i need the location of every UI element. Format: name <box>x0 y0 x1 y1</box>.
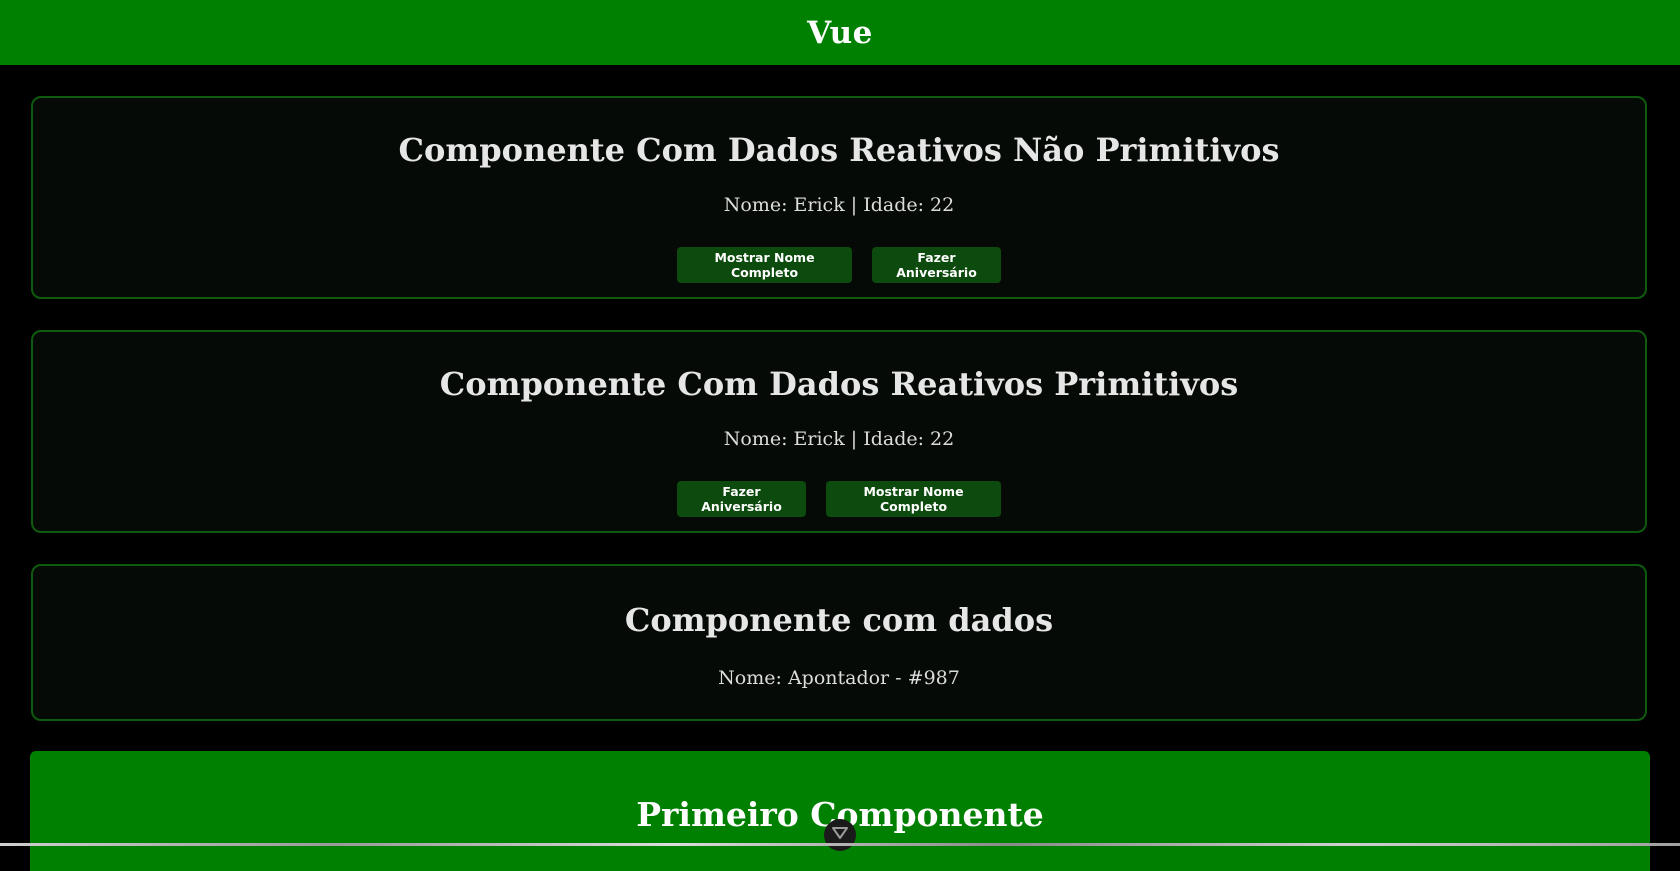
card-info-text: Nome: Erick | Idade: 22 <box>723 428 955 450</box>
card-button-group: Mostrar Nome Completo Fazer Aniversário <box>33 247 1645 283</box>
card-button-group: Fazer Aniversário Mostrar Nome Completo <box>33 481 1645 517</box>
card-info-text: Nome: Erick | Idade: 22 <box>723 194 955 216</box>
component-card-non-primitive: Componente Com Dados Reativos Não Primit… <box>31 96 1647 299</box>
app-title: Vue <box>807 14 873 51</box>
component-card-data: Componente com dados Nome: Apontador - #… <box>31 564 1647 721</box>
show-full-name-button[interactable]: Mostrar Nome Completo <box>826 481 1001 517</box>
app-header: Vue <box>0 0 1680 65</box>
card-title: Componente com dados <box>624 601 1054 639</box>
birthday-button[interactable]: Fazer Aniversário <box>677 481 806 517</box>
show-full-name-button[interactable]: Mostrar Nome Completo <box>677 247 852 283</box>
chevron-down-icon <box>832 827 848 839</box>
component-card-primitive: Componente Com Dados Reativos Primitivos… <box>31 330 1647 533</box>
first-component-card: Primeiro Componente <box>30 751 1650 871</box>
scroll-down-button[interactable] <box>824 819 856 851</box>
card-title: Componente Com Dados Reativos Não Primit… <box>398 131 1280 169</box>
birthday-button[interactable]: Fazer Aniversário <box>872 247 1001 283</box>
card-info-text: Nome: Apontador - #987 <box>718 667 960 689</box>
card-title: Componente Com Dados Reativos Primitivos <box>439 365 1239 403</box>
